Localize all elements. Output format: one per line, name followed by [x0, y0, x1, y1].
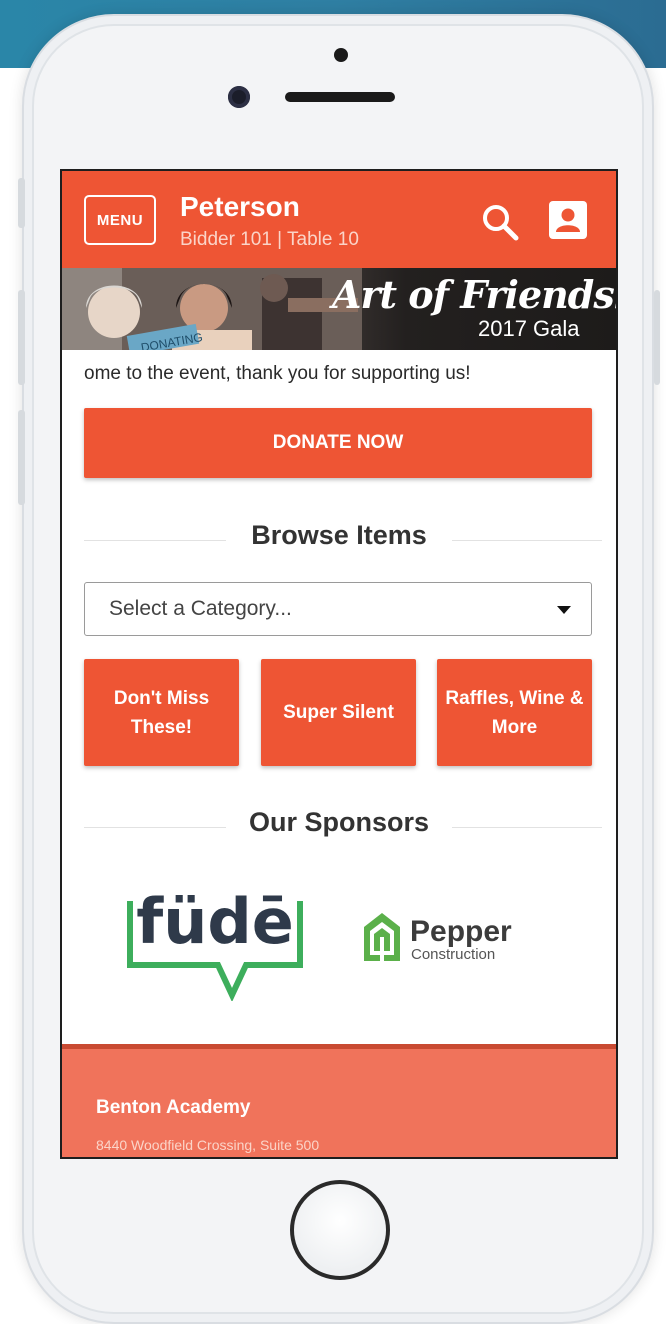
sponsors-heading: Our Sponsors: [62, 807, 616, 847]
app-footer: Benton Academy 8440 Woodfield Crossing, …: [62, 1044, 616, 1157]
footer-org-name: Benton Academy: [96, 1097, 251, 1118]
app-screen: MENU Peterson Bidder 101 | Table 10 DONA…: [60, 169, 618, 1159]
footer-address: 8440 Woodfield Crossing, Suite 500: [96, 1137, 320, 1153]
earpiece-speaker: [285, 92, 395, 102]
donate-now-button[interactable]: DONATE NOW: [84, 408, 592, 478]
volume-up-button: [18, 290, 25, 385]
banner-photo: DONATING: [62, 268, 362, 350]
caret-down-icon: [557, 606, 571, 614]
account-icon[interactable]: [549, 201, 587, 239]
bidder-info: Bidder 101 | Table 10: [180, 229, 359, 250]
fude-logo[interactable]: füdē: [122, 871, 312, 1001]
banner-subtitle: 2017 Gala: [478, 316, 580, 341]
welcome-message: ome to the event, thank you for supporti…: [84, 363, 471, 384]
browse-items-title: Browse Items: [251, 520, 427, 550]
category-button-dont-miss[interactable]: Don't Miss These!: [84, 659, 239, 766]
sensor-dot: [334, 48, 348, 62]
fude-logo-text: füdē: [136, 885, 294, 958]
pepper-mark-icon: [364, 913, 400, 961]
mute-switch: [18, 178, 25, 228]
category-button-super-silent[interactable]: Super Silent: [261, 659, 416, 766]
category-button-raffles[interactable]: Raffles, Wine & More: [437, 659, 592, 766]
menu-button[interactable]: MENU: [84, 195, 156, 245]
front-camera: [228, 86, 250, 108]
power-button: [654, 290, 660, 385]
volume-down-button: [18, 410, 25, 505]
user-name: Peterson: [180, 191, 300, 222]
sponsors-title: Our Sponsors: [248, 807, 430, 837]
search-icon[interactable]: [480, 202, 520, 242]
pepper-sub: Construction: [411, 946, 495, 963]
event-banner: DONATING Art of Friendship 2017 Gala: [62, 268, 616, 350]
pepper-construction-logo[interactable]: Pepper Construction: [358, 903, 548, 973]
category-select[interactable]: Select a Category...: [84, 582, 592, 636]
browse-items-heading: Browse Items: [62, 520, 616, 560]
app-header: MENU Peterson Bidder 101 | Table 10: [62, 171, 616, 268]
category-select-value: Select a Category...: [109, 597, 292, 620]
home-button[interactable]: [290, 1180, 390, 1280]
banner-title: Art of Friendship: [332, 272, 616, 317]
pepper-name: Pepper: [410, 915, 512, 948]
